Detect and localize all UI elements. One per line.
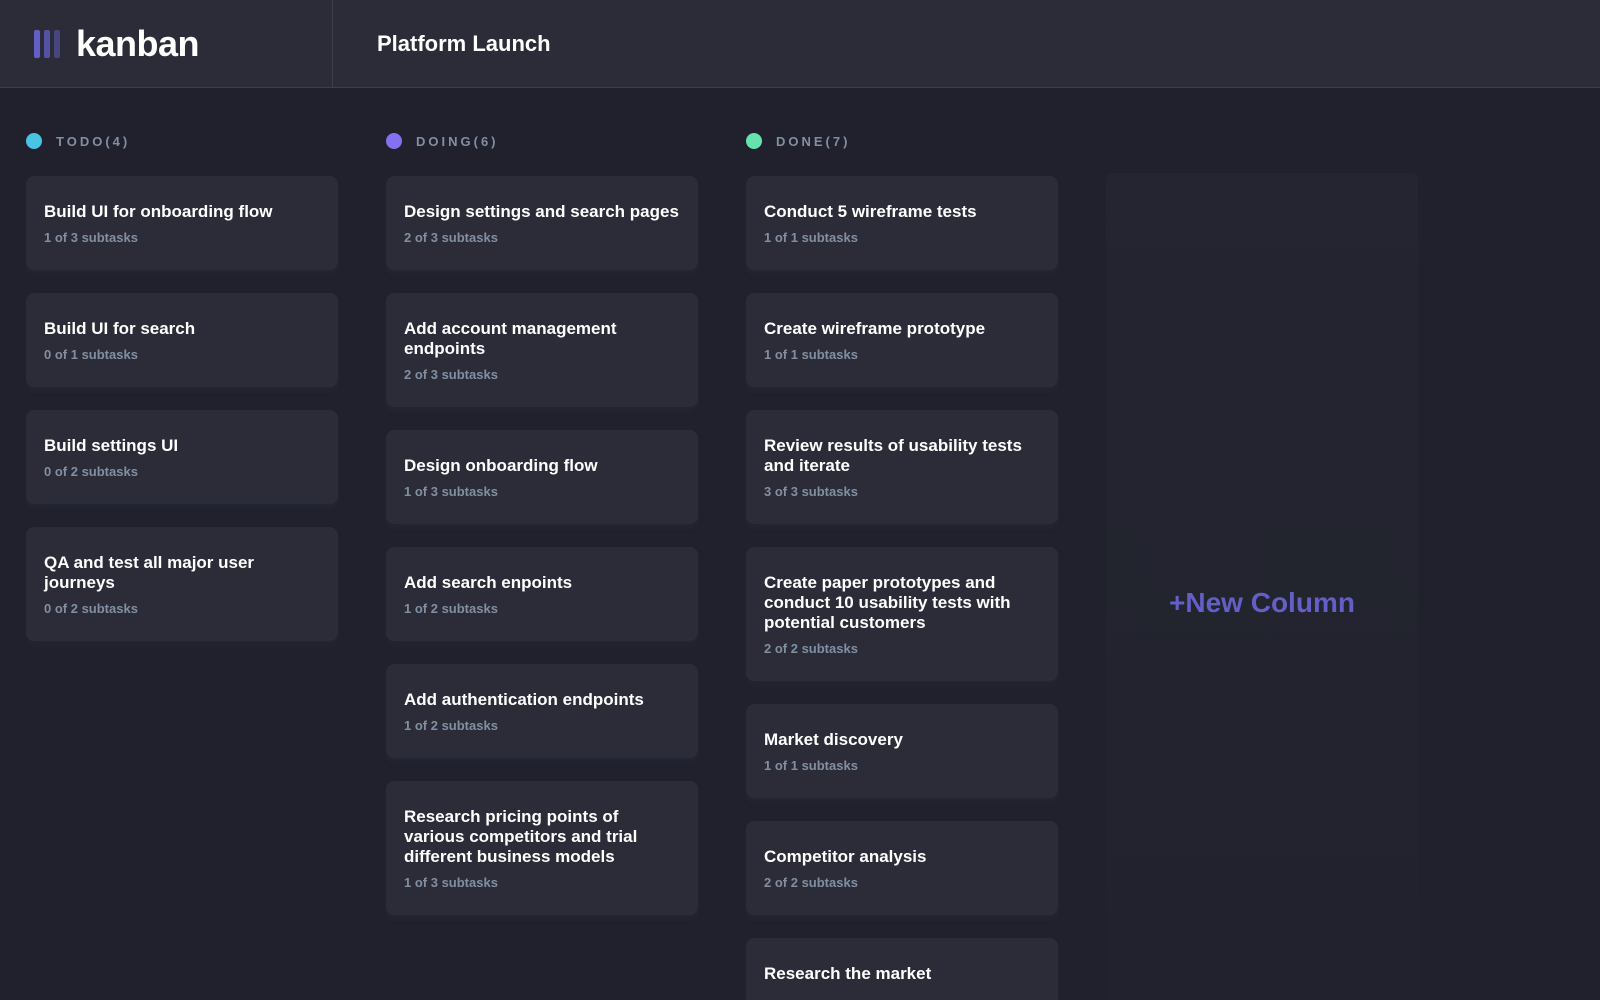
task-title: Design onboarding flow bbox=[404, 456, 598, 475]
task-card[interactable]: Build settings UI 0 of 2 subtasks bbox=[26, 410, 338, 504]
task-subtasks: 3 of 3 subtasks bbox=[764, 484, 858, 499]
task-card[interactable]: Build UI for search 0 of 1 subtasks bbox=[26, 293, 338, 387]
task-card[interactable]: Design settings and search pages 2 of 3 … bbox=[386, 176, 698, 270]
task-card[interactable]: Review results of usability tests and it… bbox=[746, 410, 1058, 524]
task-card[interactable]: Add authentication endpoints 1 of 2 subt… bbox=[386, 664, 698, 758]
task-subtasks: 2 of 3 subtasks bbox=[404, 367, 498, 382]
task-card[interactable]: Conduct 5 wireframe tests 1 of 1 subtask… bbox=[746, 176, 1058, 270]
task-title: Build UI for onboarding flow bbox=[44, 202, 273, 221]
column-header: DONE(7) bbox=[746, 133, 1058, 149]
task-subtasks: 1 of 1 subtasks bbox=[764, 347, 858, 362]
task-title: Add account management endpoints bbox=[404, 319, 617, 358]
task-subtasks: 1 of 1 subtasks bbox=[764, 758, 858, 773]
board-title: Platform Launch bbox=[377, 30, 551, 56]
task-title: QA and test all major user journeys bbox=[44, 553, 255, 592]
task-card[interactable]: Design onboarding flow 1 of 3 subtasks bbox=[386, 430, 698, 524]
task-subtasks: 0 of 2 subtasks bbox=[44, 464, 138, 479]
column-title: DONE(7) bbox=[776, 133, 851, 149]
task-title: Build UI for search bbox=[44, 319, 196, 338]
task-title: Add search enpoints bbox=[404, 573, 573, 592]
task-subtasks: 0 of 1 subtasks bbox=[44, 347, 138, 362]
task-title: Research the market bbox=[764, 964, 932, 983]
task-title: Market discovery bbox=[764, 730, 903, 749]
new-column-button[interactable]: +New Column bbox=[1106, 173, 1418, 1000]
task-subtasks: 2 of 2 subtasks bbox=[764, 875, 858, 890]
status-dot-icon bbox=[386, 133, 402, 149]
task-title: Create wireframe prototype bbox=[764, 319, 986, 338]
task-subtasks: 1 of 2 subtasks bbox=[404, 718, 498, 733]
task-subtasks: 2 of 2 subtasks bbox=[764, 641, 858, 656]
task-card[interactable]: Create wireframe prototype 1 of 1 subtas… bbox=[746, 293, 1058, 387]
new-column-label: +New Column bbox=[1169, 587, 1355, 618]
task-subtasks: 0 of 2 subtasks bbox=[44, 601, 138, 616]
status-dot-icon bbox=[746, 133, 762, 149]
task-card[interactable]: Add search enpoints 1 of 2 subtasks bbox=[386, 547, 698, 641]
task-subtasks: 1 of 2 subtasks bbox=[404, 601, 498, 616]
task-title: Build settings UI bbox=[44, 436, 179, 455]
column-doing: DOING(6) Design settings and search page… bbox=[386, 88, 698, 1000]
column-title: DOING(6) bbox=[416, 133, 499, 149]
task-title: Review results of usability tests and it… bbox=[764, 436, 1022, 475]
column-header: TODO(4) bbox=[26, 133, 338, 149]
board: TODO(4) Build UI for onboarding flow 1 o… bbox=[26, 88, 1600, 1000]
task-subtasks: 2 of 3 subtasks bbox=[404, 230, 498, 245]
task-card[interactable]: Research the market bbox=[746, 938, 1058, 1000]
column-header: DOING(6) bbox=[386, 133, 698, 149]
task-title: Design settings and search pages bbox=[404, 202, 679, 221]
kanban-logo-icon bbox=[34, 29, 60, 58]
task-subtasks: 1 of 3 subtasks bbox=[404, 875, 498, 890]
task-subtasks: 1 of 1 subtasks bbox=[764, 230, 858, 245]
status-dot-icon bbox=[26, 133, 42, 149]
task-title: Conduct 5 wireframe tests bbox=[764, 202, 977, 221]
task-card[interactable]: Add account management endpoints 2 of 3 … bbox=[386, 293, 698, 407]
task-subtasks: 1 of 3 subtasks bbox=[44, 230, 138, 245]
task-title: Competitor analysis bbox=[764, 847, 927, 866]
task-title: Add authentication endpoints bbox=[404, 690, 644, 709]
task-subtasks: 1 of 3 subtasks bbox=[404, 484, 498, 499]
task-card[interactable]: Competitor analysis 2 of 2 subtasks bbox=[746, 821, 1058, 915]
task-title: Create paper prototypes and conduct 10 u… bbox=[764, 573, 1011, 632]
column-todo: TODO(4) Build UI for onboarding flow 1 o… bbox=[26, 88, 338, 1000]
task-card[interactable]: QA and test all major user journeys 0 of… bbox=[26, 527, 338, 641]
task-card[interactable]: Create paper prototypes and conduct 10 u… bbox=[746, 547, 1058, 681]
column-done: DONE(7) Conduct 5 wireframe tests 1 of 1… bbox=[746, 88, 1058, 1000]
task-title: Research pricing points of various compe… bbox=[404, 807, 638, 866]
task-card[interactable]: Market discovery 1 of 1 subtasks bbox=[746, 704, 1058, 798]
app-header: kanban Platform Launch bbox=[0, 0, 1600, 88]
task-card[interactable]: Build UI for onboarding flow 1 of 3 subt… bbox=[26, 176, 338, 270]
column-title: TODO(4) bbox=[56, 133, 131, 149]
brand-name: kanban bbox=[76, 22, 200, 64]
task-card[interactable]: Research pricing points of various compe… bbox=[386, 781, 698, 915]
brand: kanban bbox=[0, 0, 333, 88]
